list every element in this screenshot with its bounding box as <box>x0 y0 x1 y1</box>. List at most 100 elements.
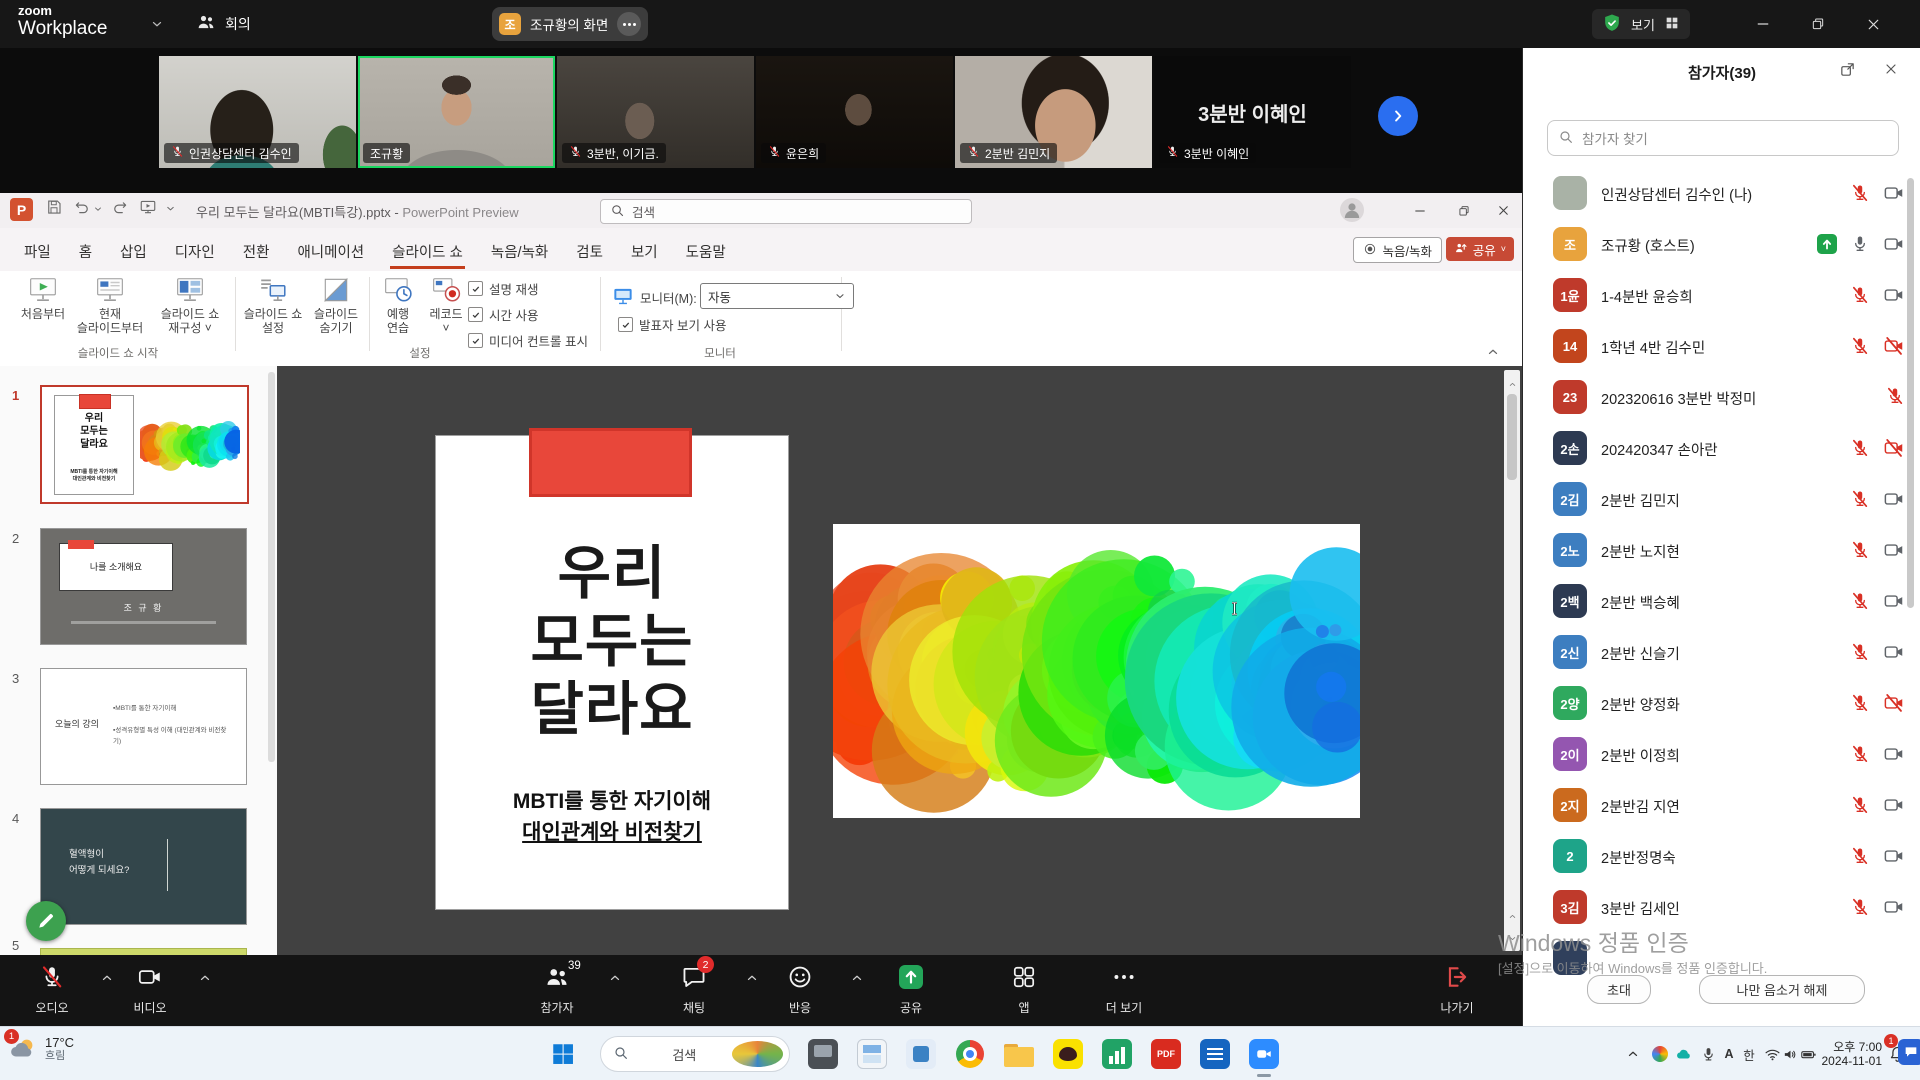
chevron-down-icon[interactable] <box>93 201 103 219</box>
participant-row[interactable]: 2이 2분반 이정희 <box>1523 729 1920 780</box>
scrollbar-thumb[interactable] <box>1507 394 1517 480</box>
taskbar-search[interactable]: 검색 <box>600 1036 790 1072</box>
participants-button[interactable]: 39참가자 <box>512 964 602 1016</box>
camera-on-icon[interactable] <box>1883 794 1905 821</box>
tray-color-icon[interactable] <box>1648 1039 1672 1069</box>
camera-on-icon[interactable] <box>1883 539 1905 566</box>
checkbox-use-timings[interactable]: 시간 사용 <box>468 305 538 324</box>
chat-button[interactable]: 2채팅 <box>649 964 739 1016</box>
mic-icon[interactable] <box>1850 234 1870 259</box>
record-toggle[interactable]: 녹음/녹화 <box>1353 237 1442 263</box>
video-tile[interactable]: 3분반 이혜인3분반 이혜인 <box>1154 56 1351 168</box>
camera-on-icon[interactable] <box>1883 590 1905 617</box>
chevron-up-icon[interactable] <box>608 971 622 990</box>
checkbox-play-narrations[interactable]: 설명 재생 <box>468 279 538 298</box>
ppt-restore-button[interactable] <box>1444 193 1484 228</box>
mic-muted-icon[interactable] <box>1850 693 1870 718</box>
volume-icon[interactable] <box>1780 1039 1800 1069</box>
participant-row[interactable]: 1윤 1-4분반 윤승희 <box>1523 270 1920 321</box>
video-tile[interactable]: 조규황 <box>358 56 555 168</box>
camera-on-icon[interactable] <box>1883 743 1905 770</box>
mic-muted-icon[interactable] <box>1850 489 1870 514</box>
monitor-dropdown[interactable]: 자동 <box>700 283 854 309</box>
tab-shared-screen[interactable]: 조 조규황의 화면 <box>492 7 648 41</box>
camera-on-icon[interactable] <box>1883 233 1905 260</box>
kakaotalk-icon[interactable] <box>1053 1039 1083 1069</box>
ppt-tab-6[interactable]: 애니메이션 <box>283 235 378 271</box>
tray-ime-ko[interactable]: 한 <box>1738 1039 1760 1069</box>
restore-button[interactable] <box>1796 0 1840 48</box>
participant-row[interactable]: 2신 2분반 신슬기 <box>1523 627 1920 678</box>
reactions-button[interactable]: 반응 <box>755 964 845 1016</box>
apps-button[interactable]: 앱 <box>979 964 1069 1016</box>
collapse-ribbon-icon[interactable] <box>1486 345 1500 364</box>
screen-app-icon[interactable] <box>808 1039 838 1069</box>
mic-muted-icon[interactable] <box>1850 285 1870 310</box>
ppt-share-button[interactable]: 공유 ˅ <box>1446 237 1514 261</box>
slide-splash-image[interactable] <box>833 524 1360 818</box>
participant-row[interactable]: 2백 2분반 백승혜 <box>1523 576 1920 627</box>
checkbox-presenter-view[interactable]: 발표자 보기 사용 <box>618 315 726 334</box>
participant-row[interactable]: 2 2분반정명숙 <box>1523 831 1920 882</box>
mic-muted-icon[interactable] <box>1850 897 1870 922</box>
participant-row[interactable]: 2김 2분반 김민지 <box>1523 474 1920 525</box>
slide-thumbnail-4[interactable]: 혈액형이어떻게 되세요? <box>40 808 247 925</box>
chat-app-icon[interactable] <box>1898 1039 1920 1065</box>
leave-button[interactable]: 나가기 <box>1412 964 1502 1016</box>
slide-title-card[interactable]: 우리 모두는 달라요 MBTI를 통한 자기이해 대인관계와 비전찾기 <box>435 435 789 910</box>
more-button[interactable]: 더 보기 <box>1079 964 1169 1016</box>
pdf-app-icon[interactable]: PDF <box>1151 1039 1181 1069</box>
invite-button[interactable]: 초대 <box>1587 975 1651 1004</box>
ppt-tab-4[interactable]: 디자인 <box>161 235 229 271</box>
ppt-tab-5[interactable]: 전환 <box>229 235 284 271</box>
participant-row[interactable]: 2양 2분반 양정화 <box>1523 678 1920 729</box>
mic-muted-icon[interactable] <box>1850 846 1870 871</box>
camera-on-icon[interactable] <box>1883 182 1905 209</box>
custom-slideshow-button[interactable]: 슬라이드 쇼재구성 ˅ <box>147 275 233 335</box>
camera-on-icon[interactable] <box>1883 641 1905 668</box>
tray-ime-a[interactable]: A <box>1718 1039 1740 1069</box>
minimize-button[interactable] <box>1741 0 1785 48</box>
participant-search-input[interactable]: 참가자 찾기 <box>1547 120 1899 156</box>
ppt-tab-1[interactable]: 파일 <box>10 235 65 271</box>
chrome-icon[interactable] <box>955 1039 985 1069</box>
battery-icon[interactable] <box>1798 1039 1818 1069</box>
weather-widget[interactable]: 1 17°C 흐림 <box>8 1034 74 1064</box>
mic-muted-icon[interactable] <box>1850 336 1870 361</box>
camera-off-icon[interactable] <box>1883 437 1905 464</box>
slide-thumbnail-2[interactable]: 나를 소개해요 조 규 황 <box>40 528 247 645</box>
panel-scrollbar[interactable] <box>1907 178 1914 608</box>
annotation-pencil-button[interactable] <box>26 901 66 941</box>
settings-app-icon[interactable] <box>906 1039 936 1069</box>
chevron-down-icon[interactable] <box>150 17 164 36</box>
view-control[interactable]: 보기 <box>1592 9 1690 39</box>
chart-app-icon[interactable] <box>1102 1039 1132 1069</box>
ppt-tab-8[interactable]: 녹음/녹화 <box>477 235 562 271</box>
next-page-button[interactable] <box>1378 96 1418 136</box>
mic-muted-icon[interactable] <box>1850 795 1870 820</box>
thumbnail-scrollbar[interactable] <box>268 372 275 762</box>
ppt-tab-2[interactable]: 홈 <box>65 235 106 271</box>
mic-muted-icon[interactable] <box>1850 591 1870 616</box>
participant-row[interactable]: 2지 2분반김 지연 <box>1523 780 1920 831</box>
slide-thumbnail-3[interactable]: 오늘의 강의 ▪MBTI를 통한 자기이해▪성격유형별 특성 이해 (대인관계와… <box>40 668 247 785</box>
participant-row[interactable]: 인권상담센터 김수인 (나) <box>1523 168 1920 219</box>
start-button[interactable] <box>548 1039 578 1069</box>
redo-icon[interactable] <box>111 198 129 221</box>
chevron-up-icon[interactable] <box>198 971 212 990</box>
canvas-scrollbar[interactable] <box>1504 370 1520 951</box>
chevron-up-icon[interactable] <box>850 971 864 990</box>
share-screen-button[interactable]: 공유 <box>866 964 956 1016</box>
video-tile[interactable]: 인권상담센터 김수인 <box>159 56 356 168</box>
save-icon[interactable] <box>45 198 63 221</box>
file-explorer-icon[interactable] <box>1004 1039 1034 1069</box>
video-tile[interactable]: 3분반, 이기금. <box>557 56 754 168</box>
video-button[interactable]: 비디오 <box>105 964 195 1016</box>
undo-icon[interactable] <box>73 198 91 221</box>
camera-off-icon[interactable] <box>1883 692 1905 719</box>
from-current-slide-button[interactable]: 현재슬라이드부터 <box>67 275 153 335</box>
slide-red-accent-shape[interactable] <box>529 428 692 497</box>
mic-muted-icon[interactable] <box>1850 540 1870 565</box>
window-app-icon[interactable] <box>857 1039 887 1069</box>
audio-button[interactable]: 오디오 <box>7 964 97 1016</box>
